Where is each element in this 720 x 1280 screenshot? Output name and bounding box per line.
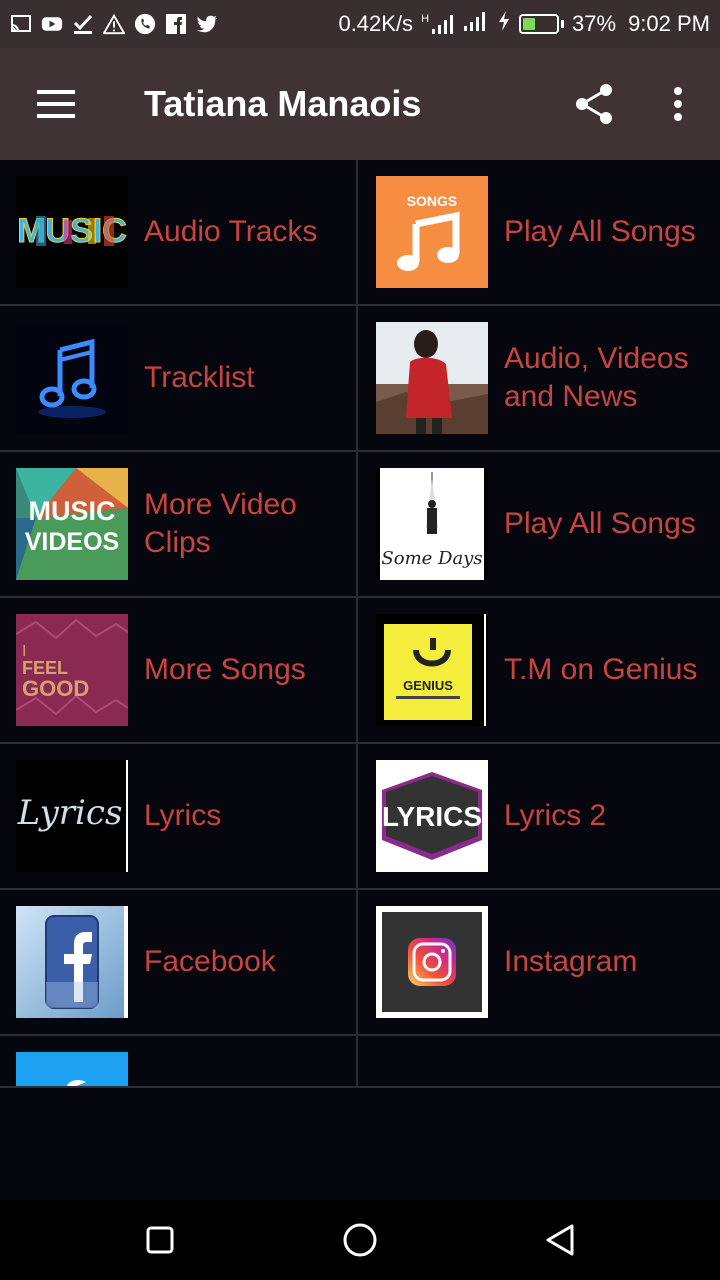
grid-item-tracklist[interactable]: Tracklist — [0, 306, 358, 452]
svg-text:MUSIC: MUSIC — [29, 496, 116, 526]
music-videos-thumb: MUSIC VIDEOS — [16, 468, 128, 580]
battery-fill — [523, 18, 535, 30]
cast-icon — [10, 13, 32, 35]
grid-item-instagram[interactable]: Instagram — [358, 890, 720, 1036]
battery-percent: 37% — [572, 11, 617, 36]
i-feel-good-thumb: I FEEL GOOD — [16, 614, 128, 726]
grid-item-more-video-clips[interactable]: MUSIC VIDEOS More Video Clips — [0, 452, 358, 598]
item-label: More Video Clips — [144, 488, 297, 559]
warning-icon — [103, 13, 125, 35]
item-label: Play All Songs — [504, 507, 696, 540]
network-speed: 0.42K/s — [338, 11, 414, 36]
download-done-icon — [72, 13, 94, 35]
music-thumb: MUSIC — [16, 176, 128, 288]
grid-item-audio-tracks[interactable]: MUSIC Audio Tracks — [0, 160, 358, 306]
recents-button[interactable] — [60, 1200, 260, 1280]
navigation-bar — [0, 1200, 720, 1280]
back-button[interactable] — [460, 1200, 660, 1280]
share-icon — [576, 84, 612, 124]
app-bar: Tatiana Manaois — [0, 48, 720, 160]
grid-item-facebook[interactable]: Facebook — [0, 890, 358, 1036]
svg-text:LYRICS: LYRICS — [382, 801, 482, 832]
grid-item-play-all-songs[interactable]: SONGS Play All Songs — [358, 160, 720, 306]
grid-item-lyrics-2[interactable]: LYRICS Lyrics 2 — [358, 744, 720, 890]
twitter-thumb — [16, 1052, 128, 1086]
songs-thumb-text: SONGS — [407, 193, 458, 209]
more-options-button[interactable] — [636, 48, 720, 160]
notification-icons — [10, 13, 218, 35]
item-label: Lyrics — [144, 799, 222, 832]
whatsapp-icon — [134, 13, 156, 35]
share-button[interactable] — [552, 48, 636, 160]
youtube-icon — [41, 13, 63, 35]
artist-photo-thumb — [376, 322, 488, 434]
svg-text:Some Days: Some Days — [381, 548, 482, 569]
menu-icon — [37, 90, 75, 118]
blue-note-thumb — [16, 322, 128, 434]
clock: 9:02 PM — [628, 11, 710, 36]
item-label: T.M on Genius — [504, 653, 698, 686]
grid-item-more-songs[interactable]: I FEEL GOOD More Songs — [0, 598, 358, 744]
menu-button[interactable] — [0, 48, 112, 160]
svg-text:FEEL: FEEL — [22, 658, 68, 678]
instagram-thumb — [376, 906, 488, 1018]
facebook-icon — [165, 13, 187, 35]
app-title: Tatiana Manaois — [144, 83, 422, 124]
item-label: Lyrics 2 — [504, 799, 607, 832]
battery-icon — [519, 14, 565, 34]
network-type-label: H — [421, 13, 430, 25]
charging-icon — [497, 10, 511, 38]
lyrics-script-thumb: Lyrics — [16, 760, 128, 872]
svg-text:Lyrics: Lyrics — [17, 793, 123, 833]
more-vert-icon — [674, 87, 682, 121]
recents-icon — [146, 1226, 174, 1254]
item-label: Play All Songs — [504, 215, 696, 248]
genius-thumb: GENIUS — [376, 614, 488, 726]
signal-icon-2 — [463, 10, 489, 38]
signal-icon — [432, 15, 454, 34]
grid-item-twitter-partial[interactable] — [0, 1036, 358, 1088]
grid-item-empty — [358, 1036, 720, 1088]
lyrics-badge-thumb: LYRICS — [376, 760, 488, 872]
menu-grid: MUSIC Audio Tracks SONGS Play All Songs — [0, 160, 720, 1088]
svg-text:VIDEOS: VIDEOS — [25, 528, 119, 556]
back-icon — [546, 1224, 574, 1256]
facebook-thumb — [16, 906, 128, 1018]
item-label: Audio, Videos and News — [504, 342, 689, 413]
item-label: Instagram — [504, 945, 638, 978]
grid-item-genius[interactable]: GENIUS T.M on Genius — [358, 598, 720, 744]
svg-text:GOOD: GOOD — [22, 676, 89, 701]
some-days-thumb: Some Days — [376, 468, 488, 580]
item-label: Facebook — [144, 945, 276, 978]
home-button[interactable] — [260, 1200, 460, 1280]
home-icon — [343, 1223, 377, 1257]
item-label: More Songs — [144, 653, 306, 686]
status-bar: 0.42K/s H 37% 9:02 PM — [0, 0, 720, 48]
twitter-icon — [196, 13, 218, 35]
network-type-indicator: H — [421, 13, 455, 35]
system-status: 0.42K/s H 37% 9:02 PM — [338, 10, 710, 38]
svg-text:GENIUS: GENIUS — [403, 678, 453, 693]
item-label: Audio Tracks — [144, 215, 318, 248]
item-label: Tracklist — [144, 361, 255, 394]
grid-item-play-all-songs-2[interactable]: Some Days Play All Songs — [358, 452, 720, 598]
grid-item-lyrics[interactable]: Lyrics Lyrics — [0, 744, 358, 890]
grid-item-audio-videos-news[interactable]: Audio, Videos and News — [358, 306, 720, 452]
songs-thumb: SONGS — [376, 176, 488, 288]
